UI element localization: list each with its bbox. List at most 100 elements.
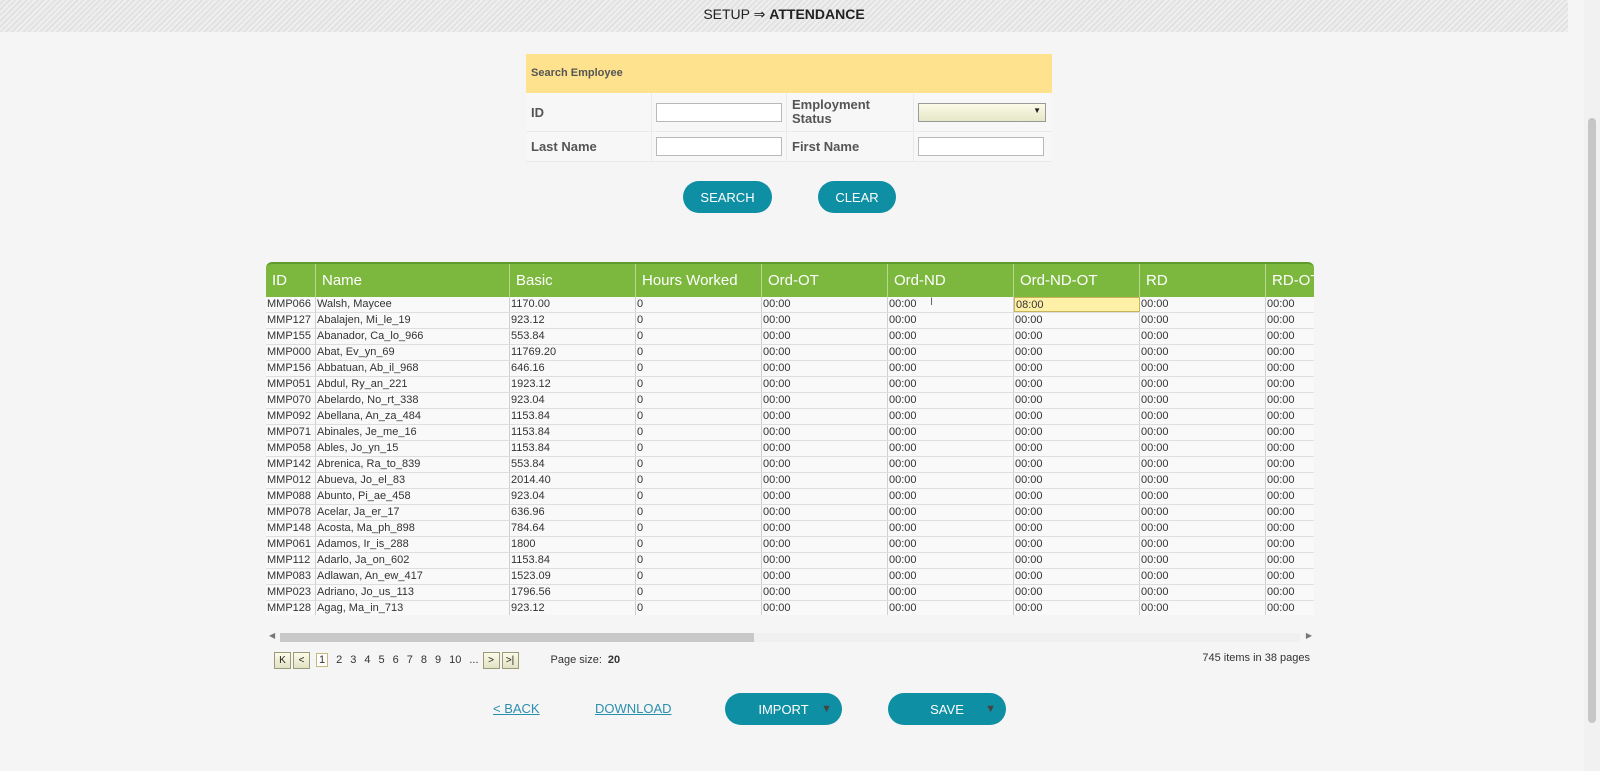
table-cell[interactable]: 00:00 <box>888 409 1014 424</box>
table-cell[interactable]: 00:00 <box>762 425 888 440</box>
table-cell[interactable]: 00:00 <box>1014 601 1140 615</box>
column-header[interactable]: Ord-OT <box>762 264 888 297</box>
table-cell[interactable]: MMP070 <box>266 393 316 408</box>
table-cell[interactable]: 1153.84 <box>510 553 636 568</box>
id-input[interactable] <box>656 102 782 122</box>
table-cell[interactable]: 00:00 <box>1140 345 1266 360</box>
table-cell[interactable]: 1523.09 <box>510 569 636 584</box>
table-cell[interactable]: 00:00 <box>762 553 888 568</box>
table-cell[interactable]: 0 <box>636 537 762 552</box>
table-row[interactable]: MMP112 Adarlo, Ja_on_602 1153.84 0 00:00 00:0… <box>266 553 1314 569</box>
table-cell[interactable]: 00:00 <box>1140 441 1266 456</box>
column-header[interactable]: Ord-ND-OT <box>1014 264 1140 297</box>
table-cell[interactable]: Walsh, Maycee <box>316 297 510 312</box>
table-cell[interactable]: 1800 <box>510 537 636 552</box>
table-cell[interactable]: 00:00 <box>888 329 1014 344</box>
table-row[interactable]: MMP078 Acelar, Ja_er_17 636.96 0 00:00 00:00 0… <box>266 505 1314 521</box>
table-row[interactable]: MMP023 Adriano, Jo_us_113 1796.56 0 00:00 00:… <box>266 585 1314 601</box>
table-cell[interactable]: 00:00 <box>888 553 1014 568</box>
table-cell[interactable]: 00:00 <box>1266 329 1314 344</box>
table-cell[interactable]: 00:00 <box>1014 425 1140 440</box>
vertical-scrollbar[interactable] <box>1584 0 1600 771</box>
table-cell[interactable]: 00:00 <box>888 473 1014 488</box>
table-cell[interactable]: 00:00 <box>762 361 888 376</box>
table-cell[interactable]: 00:00 <box>1014 473 1140 488</box>
table-cell[interactable]: 0 <box>636 505 762 520</box>
table-cell[interactable]: 0 <box>636 329 762 344</box>
table-cell[interactable]: MMP071 <box>266 425 316 440</box>
table-cell[interactable]: MMP058 <box>266 441 316 456</box>
table-cell[interactable]: 00:00 <box>1140 361 1266 376</box>
table-cell[interactable]: 00:00 <box>1140 537 1266 552</box>
table-cell[interactable]: 0 <box>636 393 762 408</box>
table-cell[interactable]: Abbatuan, Ab_il_968 <box>316 361 510 376</box>
table-cell[interactable]: 00:00 <box>1266 601 1314 615</box>
table-cell[interactable]: Abrenica, Ra_to_839 <box>316 457 510 472</box>
table-cell[interactable]: 1153.84 <box>510 441 636 456</box>
table-cell[interactable]: Abdul, Ry_an_221 <box>316 377 510 392</box>
table-cell[interactable]: 00:00 <box>1014 441 1140 456</box>
table-cell[interactable]: 00:00 <box>1266 569 1314 584</box>
table-cell[interactable]: 00:00 <box>1140 569 1266 584</box>
table-cell[interactable]: 0 <box>636 297 762 312</box>
table-cell[interactable]: MMP155 <box>266 329 316 344</box>
table-cell[interactable]: MMP128 <box>266 601 316 615</box>
table-cell[interactable]: 00:00 <box>762 345 888 360</box>
page-number[interactable]: 6 <box>393 654 399 666</box>
import-button[interactable]: IMPORT ▼ <box>725 693 842 725</box>
table-cell[interactable]: MMP023 <box>266 585 316 600</box>
table-cell[interactable]: 00:00 <box>1140 393 1266 408</box>
table-cell[interactable]: 0 <box>636 489 762 504</box>
table-cell[interactable]: Adlawan, An_ew_417 <box>316 569 510 584</box>
table-row[interactable]: MMP070 Abelardo, No_rt_338 923.04 0 00:00 00:… <box>266 393 1314 409</box>
table-cell[interactable]: 00:00 <box>1140 409 1266 424</box>
table-cell[interactable]: 00:00 <box>762 457 888 472</box>
table-row[interactable]: MMP051 Abdul, Ry_an_221 1923.12 0 00:00 00:00… <box>266 377 1314 393</box>
table-cell[interactable]: 00:00 <box>762 329 888 344</box>
table-cell[interactable]: 00:00 <box>1140 473 1266 488</box>
table-cell[interactable]: 00:00 <box>1014 409 1140 424</box>
table-cell[interactable]: 1796.56 <box>510 585 636 600</box>
table-cell[interactable]: MMP083 <box>266 569 316 584</box>
table-cell[interactable]: 0 <box>636 345 762 360</box>
table-cell[interactable]: 00:00 <box>1014 489 1140 504</box>
table-row[interactable]: MMP066 Walsh, Maycee 1170.00 0 00:00 00:00 08:… <box>266 297 1314 313</box>
column-header[interactable]: ID <box>266 264 316 297</box>
page-number[interactable]: 2 <box>336 654 342 666</box>
table-cell[interactable]: 00:00 <box>1266 393 1314 408</box>
table-cell[interactable]: MMP127 <box>266 313 316 328</box>
table-cell[interactable]: 00:00 <box>1266 345 1314 360</box>
table-cell[interactable]: Abat, Ev_yn_69 <box>316 345 510 360</box>
table-cell[interactable]: 00:00 <box>1266 425 1314 440</box>
save-dropdown-icon[interactable]: ▼ <box>985 693 996 725</box>
table-cell[interactable]: 553.84 <box>510 329 636 344</box>
table-cell[interactable]: 00:00 <box>888 345 1014 360</box>
table-cell[interactable]: 00:00 <box>888 585 1014 600</box>
first-page-icon[interactable]: K <box>274 651 291 669</box>
table-cell[interactable]: 00:00 <box>1014 537 1140 552</box>
table-cell[interactable]: Agag, Ma_in_713 <box>316 601 510 615</box>
table-cell[interactable]: 00:00 <box>1140 329 1266 344</box>
column-header[interactable]: RD <box>1140 264 1266 297</box>
page-number[interactable]: 8 <box>421 654 427 666</box>
vertical-scrollbar-thumb[interactable] <box>1588 118 1596 723</box>
clear-button[interactable]: CLEAR <box>818 181 896 213</box>
table-cell[interactable]: MMP092 <box>266 409 316 424</box>
table-cell[interactable]: MMP061 <box>266 537 316 552</box>
table-cell[interactable]: Adriano, Jo_us_113 <box>316 585 510 600</box>
page-number[interactable]: ... <box>469 654 478 666</box>
table-cell[interactable]: 00:00 <box>1140 585 1266 600</box>
table-cell[interactable]: Abanador, Ca_lo_966 <box>316 329 510 344</box>
table-cell[interactable]: 0 <box>636 409 762 424</box>
table-cell[interactable]: 00:00 <box>1266 585 1314 600</box>
table-cell[interactable]: 553.84 <box>510 457 636 472</box>
table-row[interactable]: MMP127 Abalajen, Mi_le_19 923.12 0 00:00 00:0… <box>266 313 1314 329</box>
table-cell[interactable]: Abelardo, No_rt_338 <box>316 393 510 408</box>
table-cell[interactable]: 0 <box>636 473 762 488</box>
table-cell[interactable]: 00:00 <box>1014 521 1140 536</box>
table-cell[interactable]: 00:00 <box>888 393 1014 408</box>
table-cell[interactable]: 00:00 <box>762 297 888 312</box>
table-cell[interactable]: 00:00 <box>1266 473 1314 488</box>
table-cell[interactable]: 00:00 <box>1266 537 1314 552</box>
table-row[interactable]: MMP155 Abanador, Ca_lo_966 553.84 0 00:00 00:… <box>266 329 1314 345</box>
